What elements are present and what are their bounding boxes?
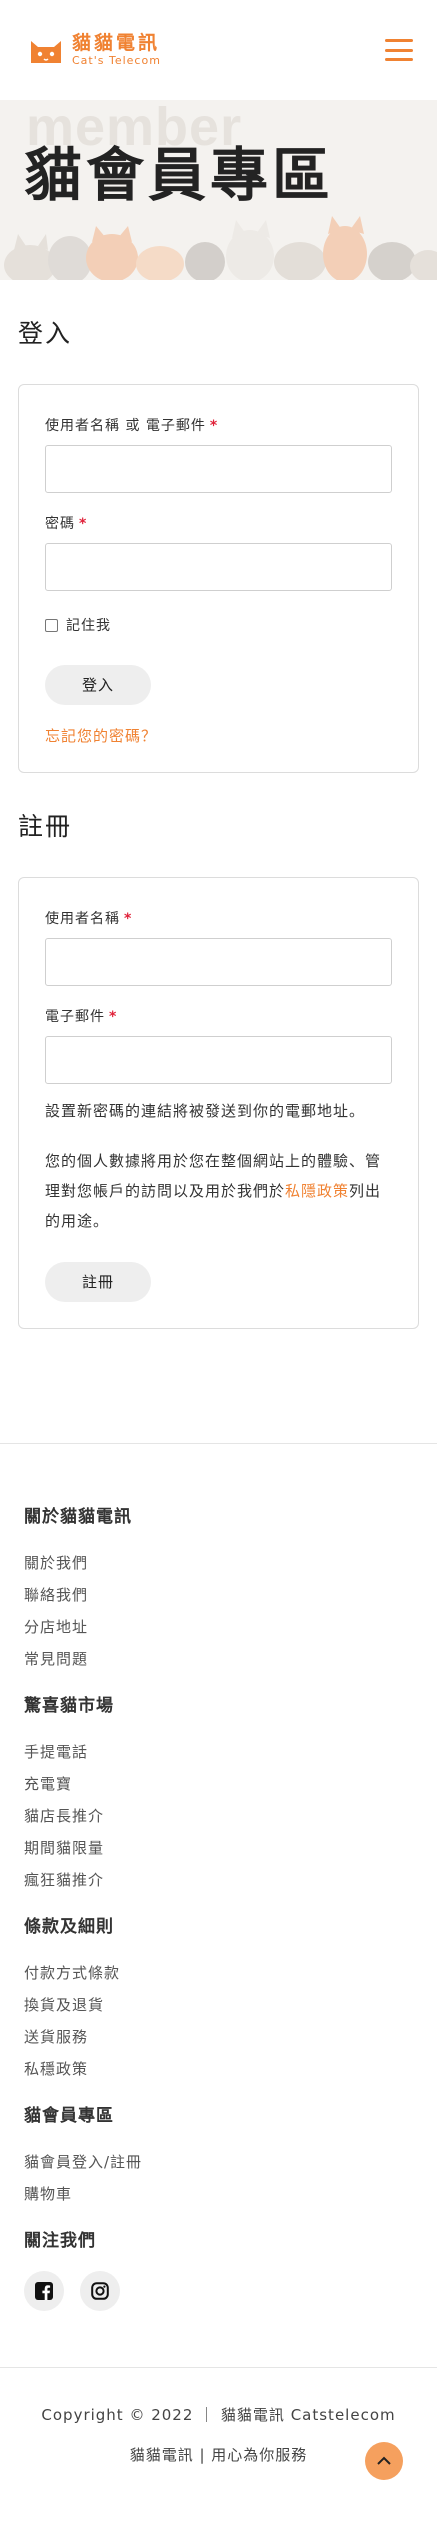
password-label: 密碼 * — [45, 513, 392, 533]
footer-link[interactable]: 聯絡我們 — [24, 1579, 413, 1611]
footer-list-member: 貓會員登入/註冊 購物車 — [24, 2146, 413, 2210]
page-hero: member 貓會員專區 — [0, 100, 437, 280]
username-or-email-label-text: 使用者名稱 或 電子郵件 — [45, 418, 206, 434]
register-section: 註冊 使用者名稱 * 電子郵件 * 設置新密碼的連結將被發送到你的電郵地址。 您的個… — [0, 807, 437, 1329]
cats-illustration — [4, 216, 437, 280]
register-email-label: 電子郵件 * — [45, 1006, 392, 1026]
facebook-icon[interactable] — [24, 2271, 64, 2311]
footer-list-terms: 付款方式條款 換貨及退貨 送貨服務 私穩政策 — [24, 1957, 413, 2085]
login-username-input[interactable] — [45, 445, 392, 493]
required-mark: * — [209, 418, 219, 434]
remember-me-checkbox[interactable] — [45, 618, 58, 632]
site-footer: 關於貓貓電訊 關於我們 聯絡我們 分店地址 常見問題 驚喜貓市場 手提電話 充電… — [0, 1443, 437, 2367]
instagram-icon[interactable] — [80, 2271, 120, 2311]
footer-heading-market: 驚喜貓市場 — [24, 1696, 114, 1716]
logo-chinese-text: 貓貓電訊 — [72, 32, 161, 54]
footer-heading-about: 關於貓貓電訊 — [24, 1507, 132, 1527]
register-form: 使用者名稱 * 電子郵件 * 設置新密碼的連結將被發送到你的電郵地址。 您的個人數據… — [18, 877, 419, 1329]
logo-english-text: Cat's Telecom — [72, 54, 161, 67]
login-form: 使用者名稱 或 電子郵件 * 密碼 * 記住我 登入 忘記您的密碼？ — [18, 384, 419, 773]
register-username-label: 使用者名稱 * — [45, 908, 392, 928]
footer-link[interactable]: 私穩政策 — [24, 2053, 413, 2085]
hamburger-menu-icon[interactable] — [385, 39, 413, 61]
copyright-text: Copyright © 2022 ｜ 貓貓電訊 Catstelecom — [41, 2406, 396, 2424]
footer-link[interactable]: 貓會員登入/註冊 — [24, 2146, 413, 2178]
required-mark: * — [124, 911, 133, 927]
slogan-text: 貓貓電訊 | 用心為你服務 — [129, 2446, 308, 2464]
remember-me[interactable]: 記住我 — [45, 615, 392, 635]
footer-list-about: 關於我們 聯絡我們 分店地址 常見問題 — [24, 1547, 413, 1675]
footer-link[interactable]: 常見問題 — [24, 1643, 413, 1675]
register-heading: 註冊 — [18, 812, 73, 841]
footer-heading-terms: 條款及細則 — [24, 1917, 114, 1937]
required-mark: * — [109, 1009, 118, 1025]
footer-link[interactable]: 手提電話 — [24, 1736, 413, 1768]
footer-list-market: 手提電話 充電寶 貓店長推介 期間貓限量 瘋狂貓推介 — [24, 1736, 413, 1896]
site-header: 貓貓電訊 Cat's Telecom — [0, 0, 437, 100]
footer-link[interactable]: 關於我們 — [24, 1547, 413, 1579]
privacy-note: 您的個人數據將用於您在整個網站上的體驗、管理對您帳戶的訪問以及用於我們於私隱政策… — [45, 1146, 392, 1236]
register-email-label-text: 電子郵件 — [45, 1009, 105, 1025]
password-label-text: 密碼 — [45, 516, 75, 532]
cat-logo-icon — [31, 41, 61, 63]
username-or-email-label: 使用者名稱 或 電子郵件 * — [45, 415, 392, 435]
register-button[interactable]: 註冊 — [45, 1262, 151, 1302]
scroll-to-top-button[interactable] — [365, 2442, 403, 2480]
login-section: 登入 使用者名稱 或 電子郵件 * 密碼 * 記住我 登入 忘記您的密碼？ — [0, 314, 437, 773]
footer-link[interactable]: 付款方式條款 — [24, 1957, 413, 1989]
footer-link[interactable]: 送貨服務 — [24, 2021, 413, 2053]
footer-link[interactable]: 分店地址 — [24, 1611, 413, 1643]
password-note: 設置新密碼的連結將被發送到你的電郵地址。 — [45, 1102, 366, 1120]
footer-link[interactable]: 購物車 — [24, 2178, 413, 2210]
register-username-input[interactable] — [45, 938, 392, 986]
site-logo[interactable]: 貓貓電訊 Cat's Telecom — [28, 34, 161, 66]
login-password-input[interactable] — [45, 543, 392, 591]
footer-link[interactable]: 充電寶 — [24, 1768, 413, 1800]
footer-link[interactable]: 瘋狂貓推介 — [24, 1864, 413, 1896]
social-links — [24, 2271, 413, 2311]
footer-link[interactable]: 期間貓限量 — [24, 1832, 413, 1864]
footer-heading-follow: 關注我們 — [24, 2231, 96, 2251]
login-button[interactable]: 登入 — [45, 665, 151, 705]
footer-heading-member: 貓會員專區 — [24, 2106, 114, 2126]
chevron-up-icon — [377, 2456, 391, 2465]
remember-me-label: 記住我 — [66, 618, 111, 634]
required-mark: * — [79, 516, 88, 532]
footer-link[interactable]: 換貨及退貨 — [24, 1989, 413, 2021]
privacy-policy-link[interactable]: 私隱政策 — [285, 1182, 349, 1200]
register-email-input[interactable] — [45, 1036, 392, 1084]
register-username-label-text: 使用者名稱 — [45, 911, 120, 927]
footer-bottom-bar: Copyright © 2022 ｜ 貓貓電訊 Catstelecom 貓貓電訊… — [0, 2367, 437, 2510]
forgot-password-link[interactable]: 忘記您的密碼？ — [45, 725, 392, 746]
footer-link[interactable]: 貓店長推介 — [24, 1800, 413, 1832]
login-heading: 登入 — [18, 319, 73, 348]
